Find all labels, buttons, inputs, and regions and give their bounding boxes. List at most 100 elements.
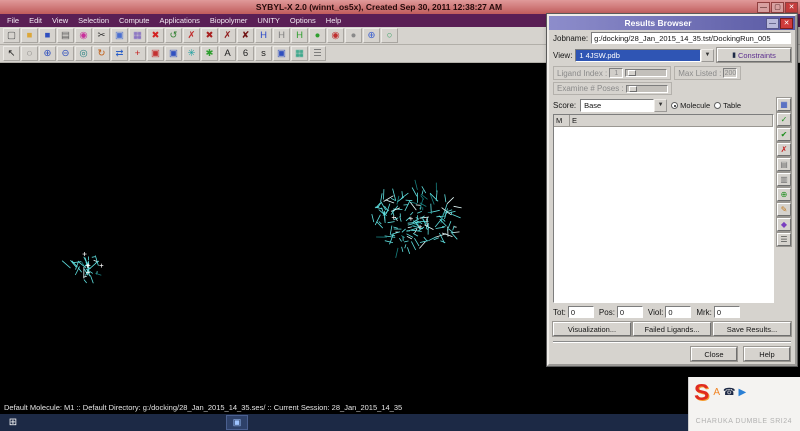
counter-field[interactable] (713, 306, 740, 318)
results-table[interactable]: ME (553, 114, 774, 303)
visualization-button[interactable]: Visualization... (552, 321, 632, 337)
sphere-display-icon[interactable]: ● (345, 28, 362, 43)
save-icon[interactable]: ■ (39, 28, 56, 43)
view-blue-icon[interactable]: ▣ (165, 46, 182, 61)
ligand-index-slider[interactable] (625, 69, 668, 77)
tray-a-icon[interactable]: A (713, 380, 720, 406)
substituent-icon[interactable]: s (255, 46, 272, 61)
results-table-body[interactable] (554, 127, 773, 302)
axes-icon[interactable]: + (129, 46, 146, 61)
cut-icon[interactable]: ✂ (93, 28, 110, 43)
dialog-minimize-icon[interactable]: — (766, 17, 779, 29)
counter-field[interactable] (616, 306, 643, 318)
dialog-titlebar[interactable]: Results Browser — ✕ (549, 16, 795, 30)
rotate-view-icon[interactable]: ↻ (93, 46, 110, 61)
tray-phone-icon[interactable]: ☎ (723, 380, 735, 406)
view-row: View: 1 4JSW.pdb ▼ ▮ Constraints (549, 46, 795, 64)
delete-icon[interactable]: ✖ (147, 28, 164, 43)
add-atom-icon[interactable]: ● (309, 28, 326, 43)
results-table-icon[interactable]: ▦ (776, 97, 792, 112)
counter-field[interactable] (665, 306, 692, 318)
table-header-cell[interactable]: E (570, 115, 773, 126)
view-dropdown[interactable]: 1 4JSW.pdb ▼ (575, 48, 714, 62)
open-folder-icon[interactable]: ■ (21, 28, 38, 43)
new-file-icon[interactable]: ▢ (3, 28, 20, 43)
start-button[interactable]: ⊞ (2, 414, 24, 431)
color-by-icon[interactable]: ◆ (776, 217, 792, 232)
charge-icon[interactable]: ⊕ (363, 28, 380, 43)
close-icon[interactable]: ✕ (785, 1, 798, 13)
ligand-index-spinner[interactable]: 1 (609, 68, 624, 78)
ballstick-icon[interactable]: ✱ (201, 46, 218, 61)
view-red-icon[interactable]: ▣ (147, 46, 164, 61)
dialog-close-icon[interactable]: ✕ (780, 17, 793, 29)
hydrogen-count-icon[interactable]: H (291, 28, 308, 43)
menu-item[interactable]: Compute (114, 14, 154, 27)
grid-view-icon[interactable]: ▥ (776, 172, 792, 187)
counter-field[interactable] (567, 306, 594, 318)
paste-icon[interactable]: ▦ (129, 28, 146, 43)
menu-item[interactable]: UNITY (252, 14, 285, 27)
help-button[interactable]: Help (743, 346, 791, 362)
ring-size-six-icon[interactable]: 6 (237, 46, 254, 61)
print-icon[interactable]: ▤ (57, 28, 74, 43)
snapshot-icon[interactable]: ◉ (75, 28, 92, 43)
inspect-pose-icon[interactable]: ⊕ (776, 187, 792, 202)
list-view-icon[interactable]: ▤ (776, 157, 792, 172)
menu-item[interactable]: Biopolymer (205, 14, 253, 27)
reject-pose-icon[interactable]: ✗ (776, 142, 792, 157)
delete-molecule-icon[interactable]: ✘ (237, 28, 254, 43)
delete-substructure-icon[interactable]: ✗ (219, 28, 236, 43)
wireframe-icon[interactable]: ✳ (183, 46, 200, 61)
minimize-icon[interactable]: — (757, 1, 770, 13)
add-hydrogens-icon[interactable]: H (255, 28, 272, 43)
translate-view-icon[interactable]: ⇄ (111, 46, 128, 61)
atom-label-icon[interactable]: A (219, 46, 236, 61)
save-results-button[interactable]: Save Results... (712, 321, 792, 337)
examine-poses-slider[interactable] (625, 84, 668, 93)
close-dialog-button[interactable]: Close (690, 346, 738, 362)
measure-distance-icon[interactable]: ☰ (309, 46, 326, 61)
zoom-in-icon[interactable]: ⊕ (39, 46, 56, 61)
copy-icon[interactable]: ▣ (111, 28, 128, 43)
toggle-hydrogens-icon[interactable]: H (273, 28, 290, 43)
edit-pose-icon[interactable]: ✎ (776, 202, 792, 217)
taskbar-app-item[interactable]: ▣ (226, 415, 248, 430)
accept-pose-icon[interactable]: ✓ (776, 112, 792, 127)
jobname-input[interactable] (591, 32, 791, 44)
highlight-atom-icon[interactable]: ◉ (327, 28, 344, 43)
monitor-icon[interactable]: ▣ (273, 46, 290, 61)
fit-view-icon[interactable]: ◎ (75, 46, 92, 61)
break-bond-icon[interactable]: ✗ (183, 28, 200, 43)
constraints-button[interactable]: ▮ Constraints (716, 47, 792, 63)
menu-item[interactable]: Selection (73, 14, 114, 27)
chevron-down-icon[interactable]: ▼ (701, 48, 714, 62)
tray-chat-icon[interactable]: ▶ (738, 380, 746, 406)
score-dropdown[interactable]: Base ▼ (580, 99, 668, 112)
menu-item[interactable]: Applications (154, 14, 204, 27)
browser-settings-icon[interactable]: ☰ (776, 232, 792, 247)
menu-item[interactable]: View (47, 14, 73, 27)
delete-atom-icon[interactable]: ✖ (201, 28, 218, 43)
menu-item[interactable]: Options (285, 14, 321, 27)
lasso-select-icon[interactable]: ◌ (21, 46, 38, 61)
max-listed-spinner[interactable]: 200 (723, 68, 738, 78)
table-header-cell[interactable]: M (554, 115, 570, 126)
select-arrow-icon[interactable]: ↖ (3, 46, 20, 61)
maximize-icon[interactable]: ▢ (771, 1, 784, 13)
window-titlebar[interactable]: SYBYL-X 2.0 (winnt_os5x), Created Sep 30… (0, 0, 800, 14)
menu-item[interactable]: Edit (24, 14, 47, 27)
menu-item[interactable]: Help (321, 14, 346, 27)
accept-all-icon[interactable]: ✔ (776, 127, 792, 142)
molecule-radio[interactable]: Molecule (671, 101, 710, 110)
render-options-icon[interactable]: ▦ (291, 46, 308, 61)
table-radio[interactable]: Table (714, 101, 741, 110)
menu-item[interactable]: File (2, 14, 24, 27)
failed-ligands-button[interactable]: Failed Ligands... (632, 321, 712, 337)
undo-icon[interactable]: ↺ (165, 28, 182, 43)
sybyl-tray-logo-icon[interactable]: S (694, 380, 709, 404)
pose-counter: Tot: (553, 306, 594, 318)
benzene-ring-icon[interactable]: ○ (381, 28, 398, 43)
chevron-down-icon[interactable]: ▼ (654, 99, 668, 112)
zoom-out-icon[interactable]: ⊖ (57, 46, 74, 61)
